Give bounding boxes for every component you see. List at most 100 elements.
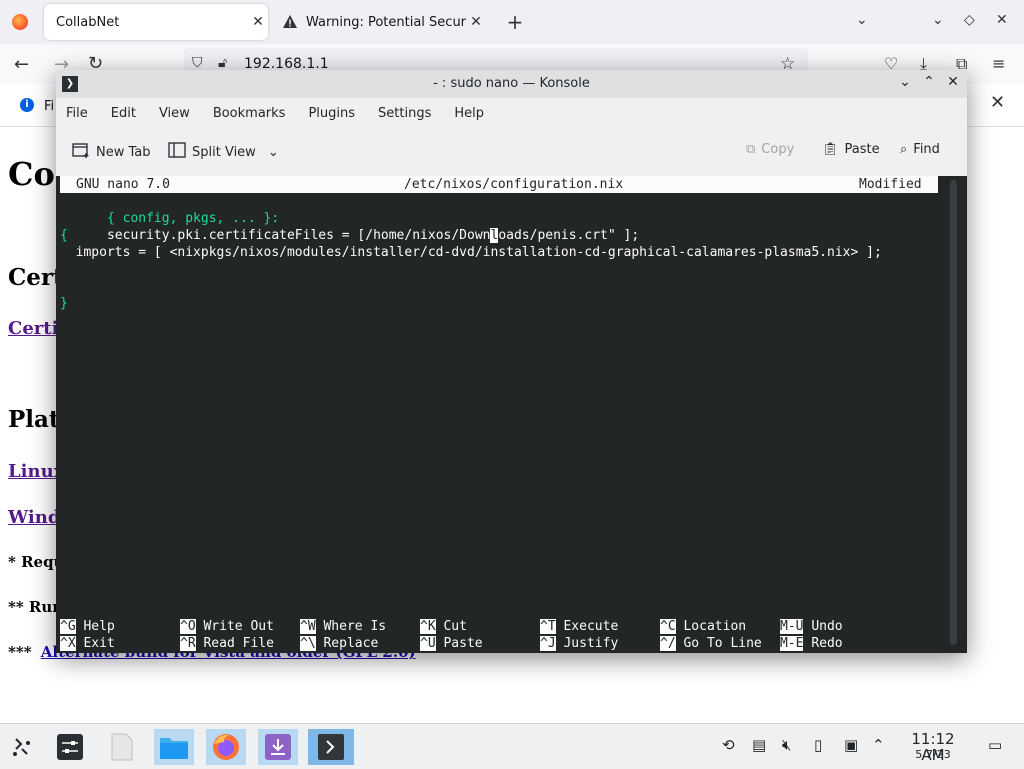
close-notification-icon[interactable]: ✕ [990, 92, 1005, 113]
menu-settings[interactable]: Settings [378, 106, 431, 121]
shortcut-key: M-U [780, 619, 804, 634]
shortcut-key: ^O [180, 619, 196, 634]
list-tabs-chevron-icon[interactable]: ⌄ [856, 12, 868, 28]
footnote-2: ** Run [8, 598, 64, 616]
app-menu-icon[interactable]: ≡ [992, 54, 1005, 73]
file-icon[interactable] [102, 729, 142, 765]
shortcut-replace: ^\ Replace [300, 635, 378, 652]
konsole-taskbar-icon[interactable] [308, 729, 354, 765]
restore-window-icon[interactable]: ◇ [964, 12, 975, 28]
konsole-toolbar: New Tab Split View ⌄ ⧉ Copy 📋︎ Paste ⌕ F… [56, 128, 967, 174]
lock-warning-icon[interactable]: 🔓︎ [218, 55, 227, 71]
shortcut-redo: M-E Redo [780, 635, 843, 652]
clipboard-icon: 📋︎ [822, 142, 839, 157]
back-arrow-icon[interactable]: ← [14, 54, 29, 75]
shortcut-label: Help [83, 619, 115, 634]
paste-button[interactable]: 📋︎ Paste [822, 142, 880, 157]
firefox-icon[interactable] [206, 729, 246, 765]
maximize-chevron-icon[interactable]: ⌃ [920, 74, 938, 90]
menu-view[interactable]: View [159, 106, 190, 121]
shortcut-execute: ^T Execute [540, 618, 618, 635]
shortcut-label: Go To Line [683, 636, 762, 651]
shield-icon[interactable]: ⛉ [192, 55, 203, 71]
shortcut-key: M-E [780, 636, 804, 651]
application-launcher-icon[interactable] [2, 729, 42, 765]
clipboard-tray-icon[interactable]: ▤ [752, 736, 766, 754]
minimize-chevron-icon[interactable]: ⌄ [896, 74, 914, 90]
volume-muted-icon[interactable]: 🔇︎ [782, 736, 791, 754]
shortcut-label: Write Out [203, 619, 274, 634]
shortcut-label: Exit [83, 636, 115, 651]
nano-modified-status: Modified [859, 177, 922, 192]
shortcut-key: ^W [300, 619, 316, 634]
menu-plugins[interactable]: Plugins [308, 106, 355, 121]
browser-tab-warning[interactable]: Warning: Potential Security ✕ [272, 4, 486, 40]
window-title: - : sudo nano — Konsole [433, 76, 590, 91]
new-tab-label: New Tab [96, 144, 151, 160]
shortcut-label: Location [683, 619, 747, 634]
network-share-icon[interactable]: ⟲ [722, 736, 735, 754]
close-tab-icon[interactable]: ✕ [248, 14, 268, 30]
konsole-window: ❯ - : sudo nano — Konsole ⌄ ⌃ ✕ File Edi… [56, 70, 967, 653]
shortcut-key: ^R [180, 636, 196, 651]
editor-line-3: { [60, 228, 68, 243]
menu-edit[interactable]: Edit [111, 106, 136, 121]
shortcut-key: ^\ [300, 636, 316, 651]
close-icon[interactable]: ✕ [944, 74, 962, 90]
firefox-menu-icon[interactable] [12, 14, 28, 30]
tray-expand-chevron-icon[interactable]: ⌃ [872, 736, 885, 754]
paste-label: Paste [844, 142, 880, 157]
shortcut-paste: ^U Paste [420, 635, 483, 652]
usb-device-icon[interactable]: ▯ [814, 736, 822, 754]
new-tab-button[interactable]: New Tab [72, 142, 151, 162]
shortcut-key: ^U [420, 636, 436, 651]
show-desktop-icon[interactable]: ▭ [988, 736, 1002, 754]
editor-line-2: security.pki.certificateFiles = [/home/n… [60, 210, 639, 243]
chevron-down-icon[interactable]: ⌄ [268, 145, 279, 160]
shortcut-label: Replace [323, 636, 379, 651]
certificate-link[interactable]: Certi [8, 318, 58, 339]
split-view-button[interactable]: Split View ⌄ [168, 142, 279, 162]
find-button[interactable]: ⌕ Find [900, 142, 940, 157]
warning-icon [282, 14, 298, 30]
minimize-window-icon[interactable]: ⌄ [932, 12, 944, 28]
nano-filename: /etc/nixos/configuration.nix [404, 177, 624, 192]
network-icon[interactable]: ▣ [844, 736, 858, 754]
konsole-titlebar[interactable]: ❯ - : sudo nano — Konsole ⌄ ⌃ ✕ [56, 70, 967, 98]
clock-date[interactable]: 5/7/23 [898, 748, 968, 761]
menu-bookmarks[interactable]: Bookmarks [213, 106, 286, 121]
shortcut-key: ^T [540, 619, 556, 634]
new-tab-button[interactable]: + [504, 10, 526, 34]
dolphin-folder-icon[interactable] [154, 729, 194, 765]
konsole-menubar: File Edit View Bookmarks Plugins Setting… [56, 98, 967, 128]
copy-button[interactable]: ⧉ Copy [746, 142, 794, 157]
editor-line-4: imports = [ <nixpkgs/nixos/modules/insta… [60, 245, 882, 260]
shortcut-key: ^J [540, 636, 556, 651]
shortcut-key: ^G [60, 619, 76, 634]
shortcut-key: ^C [660, 619, 676, 634]
new-tab-icon [72, 142, 90, 162]
close-window-icon[interactable]: ✕ [996, 12, 1008, 28]
search-icon: ⌕ [900, 142, 908, 157]
footnote-3-prefix: *** [8, 643, 32, 661]
line-text: security.pki.certificateFiles = [/home/n… [106, 228, 491, 243]
shortcut-key: ^X [60, 636, 76, 651]
shortcut-help: ^G Help [60, 618, 115, 635]
windows-link[interactable]: Wind [8, 507, 60, 528]
terminal-scrollbar[interactable] [950, 180, 957, 645]
menu-file[interactable]: File [66, 106, 88, 121]
tab-title: Warning: Potential Security [306, 14, 466, 30]
discover-installer-icon[interactable] [258, 729, 298, 765]
tab-title: CollabNet [56, 14, 120, 30]
shortcut-cut: ^K Cut [420, 618, 467, 635]
line-text: oads/penis.crt" ]; [498, 228, 640, 243]
shortcut-label: Redo [811, 636, 843, 651]
menu-help[interactable]: Help [454, 106, 484, 121]
system-settings-icon[interactable] [50, 729, 90, 765]
editor-line-7: } [60, 296, 68, 311]
shortcut-go-to-line: ^/ Go To Line [660, 635, 762, 652]
terminal-area[interactable]: GNU nano 7.0 /etc/nixos/configuration.ni… [56, 176, 967, 653]
browser-tab-collabnet[interactable]: CollabNet ✕ [44, 4, 268, 40]
shortcut-read-file: ^R Read File [180, 635, 274, 652]
close-tab-icon[interactable]: ✕ [466, 14, 486, 30]
